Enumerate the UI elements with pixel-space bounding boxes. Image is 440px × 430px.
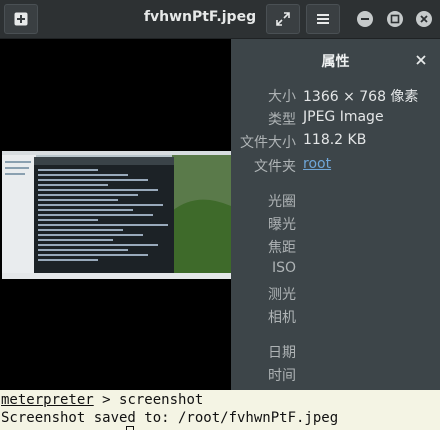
close-icon [420,15,428,23]
add-icon [14,12,28,26]
exif-aperture-row: 光圈 [231,191,440,211]
exposure-label: 曝光 [268,217,296,233]
exif-focal-row: 焦距 [231,237,440,257]
minimize-button[interactable] [357,11,373,27]
exif-camera-row: 相机 [231,307,440,327]
date-row: 日期 [231,342,440,362]
exif-exposure-row: 曝光 [231,214,440,234]
folder-row: 文件夹 root [231,156,440,176]
terminal-output-line: Screenshot saved to: /root/fvhwnPtF.jpeg [1,410,339,426]
folder-label: 文件夹 [254,159,296,175]
size-value: 1366 × 768 像素 [303,89,419,105]
header-bar: fvhwnPtF.jpeg [0,0,440,39]
terminal-command: screenshot [119,392,204,408]
terminal[interactable]: meterpreter > screenshot Screenshot save… [0,390,440,430]
fullscreen-button[interactable] [266,4,300,34]
filesize-row: 文件大小 118.2 KB [231,132,440,152]
focal-length-label: 焦距 [268,240,296,256]
terminal-prompt-separator: > [93,392,120,408]
add-button[interactable] [4,4,38,34]
type-label: 类型 [268,112,296,128]
properties-title: 属性 [321,54,350,70]
metering-label: 测光 [268,287,296,303]
maximize-icon [390,14,400,24]
type-row: 类型 JPEG Image [231,109,440,129]
iso-label: ISO [271,260,296,276]
exif-iso-row: ISO [231,260,440,280]
filesize-value: 118.2 KB [303,132,367,148]
close-icon[interactable] [416,55,426,65]
terminal-cursor [126,426,134,430]
type-value: JPEG Image [303,109,384,125]
time-row: 时间 [231,365,440,385]
screenshot-thumbnail [2,151,231,279]
screenshot-image [2,151,231,279]
time-label: 时间 [268,368,296,384]
date-label: 日期 [268,345,296,361]
exif-metering-row: 测光 [231,284,440,304]
menu-button[interactable] [306,4,340,34]
filesize-label: 文件大小 [240,135,296,151]
close-button[interactable] [416,11,432,27]
terminal-prompt: meterpreter [1,392,94,408]
properties-panel: 属性 大小 1366 × 768 像素 类型 JPEG Image 文件大小 1… [231,39,440,390]
aperture-label: 光圈 [268,194,296,210]
maximize-button[interactable] [387,11,403,27]
folder-link[interactable]: root [303,156,331,172]
size-row: 大小 1366 × 768 像素 [231,86,440,106]
window-title: fvhwnPtF.jpeg [143,9,257,25]
camera-label: 相机 [268,310,296,326]
terminal-command-line: meterpreter > screenshot [1,392,203,408]
size-label: 大小 [268,89,296,105]
fullscreen-icon [276,12,290,26]
image-viewport[interactable] [0,39,231,390]
minimize-icon [361,18,369,20]
menu-icon [317,14,329,24]
